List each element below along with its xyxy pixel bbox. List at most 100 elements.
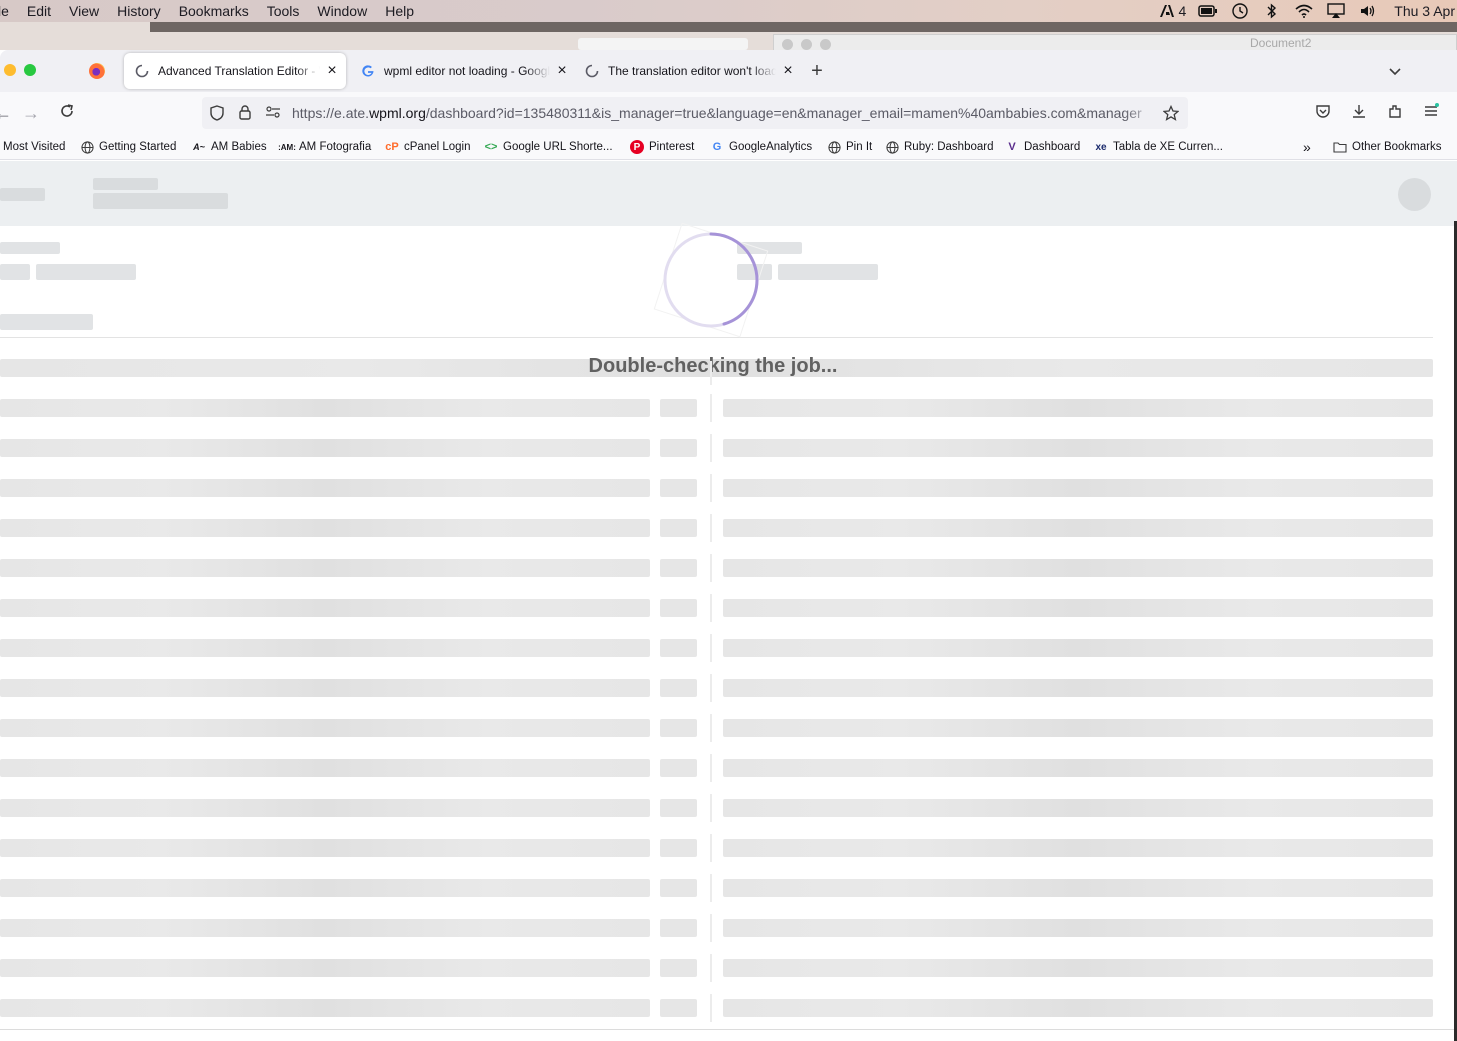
tab-close-icon[interactable]: × bbox=[554, 63, 570, 79]
segment-status-skeleton bbox=[660, 559, 697, 577]
target-segment-skeleton bbox=[723, 999, 1433, 1017]
globe-icon bbox=[885, 140, 899, 154]
bookmarks-toolbar: Most Visited Getting Started A~ AM Babies… bbox=[0, 134, 1457, 160]
menu-edit[interactable]: Edit bbox=[18, 3, 60, 19]
target-segment-skeleton bbox=[723, 919, 1433, 937]
source-segment-skeleton bbox=[0, 599, 650, 617]
bookmark-pinterest[interactable]: P Pinterest bbox=[630, 139, 694, 155]
source-segment-skeleton bbox=[0, 799, 650, 817]
volume-icon[interactable] bbox=[1358, 3, 1378, 19]
source-segment-skeleton bbox=[0, 959, 650, 977]
tab-translation-editor-wont-load[interactable]: The translation editor won't load × bbox=[574, 53, 796, 89]
bookmark-am-fotografia[interactable]: :AM: AM Fotografia bbox=[278, 139, 371, 155]
airplay-icon[interactable] bbox=[1326, 3, 1346, 19]
segment-status-skeleton bbox=[660, 919, 697, 937]
lock-icon[interactable] bbox=[236, 105, 254, 121]
column-divider bbox=[710, 914, 712, 942]
menu-file[interactable]: le bbox=[0, 3, 18, 19]
tab-advanced-translation-editor[interactable]: Advanced Translation Editor - WPML × bbox=[124, 53, 346, 89]
segment-status-skeleton bbox=[660, 999, 697, 1017]
bookmark-dashboard[interactable]: V Dashboard bbox=[1005, 139, 1080, 155]
target-segment-skeleton bbox=[723, 639, 1433, 657]
column-divider bbox=[710, 994, 712, 1022]
column-divider bbox=[710, 954, 712, 982]
address-bar[interactable]: https://e.ate.wpml.org/dashboard?id=1354… bbox=[202, 97, 1188, 129]
google-icon bbox=[360, 63, 376, 79]
menu-window[interactable]: Window bbox=[308, 3, 376, 19]
bookmark-xe-currency[interactable]: xe Tabla de XE Curren... bbox=[1094, 139, 1223, 155]
tab-google-search[interactable]: wpml editor not loading - Google Search … bbox=[350, 53, 572, 89]
app-menu-icon[interactable] bbox=[1420, 102, 1442, 124]
source-segment-skeleton bbox=[0, 999, 650, 1017]
wifi-icon[interactable] bbox=[1294, 3, 1314, 19]
segment-status-skeleton bbox=[660, 679, 697, 697]
menu-help[interactable]: Help bbox=[376, 3, 423, 19]
target-segment-skeleton bbox=[723, 599, 1433, 617]
tab-title: The translation editor won't load bbox=[608, 64, 776, 78]
bookmark-most-visited[interactable]: Most Visited bbox=[3, 139, 65, 155]
header-skeleton-block bbox=[93, 178, 158, 190]
page-bottom-border bbox=[0, 1029, 1457, 1030]
google-icon: G bbox=[712, 141, 722, 153]
tracking-protection-shield-icon[interactable] bbox=[208, 105, 226, 121]
editor-header-skeleton bbox=[0, 161, 1457, 226]
column-divider bbox=[710, 434, 712, 462]
bookmark-star-icon[interactable] bbox=[1162, 104, 1180, 121]
target-segment-skeleton bbox=[723, 519, 1433, 537]
window-minimize-button[interactable] bbox=[4, 64, 16, 76]
menu-view[interactable]: View bbox=[60, 3, 108, 19]
bookmark-ruby-dashboard[interactable]: Ruby: Dashboard bbox=[885, 139, 994, 155]
source-segment-skeleton bbox=[0, 519, 650, 537]
bookmark-label: Getting Started bbox=[99, 141, 177, 153]
menu-bookmarks[interactable]: Bookmarks bbox=[170, 3, 258, 19]
pinterest-icon: P bbox=[630, 140, 644, 154]
segment-status-skeleton bbox=[660, 839, 697, 857]
bookmark-google-url-shortener[interactable]: <> Google URL Shorte... bbox=[484, 139, 613, 155]
bookmark-google-analytics[interactable]: G GoogleAnalytics bbox=[710, 139, 812, 155]
tab-close-icon[interactable]: × bbox=[324, 63, 340, 79]
bookmark-getting-started[interactable]: Getting Started bbox=[80, 139, 176, 155]
source-segment-skeleton bbox=[0, 719, 650, 737]
bluetooth-icon[interactable] bbox=[1262, 3, 1282, 19]
target-segment-skeleton bbox=[723, 839, 1433, 857]
list-all-tabs-icon[interactable] bbox=[1384, 60, 1406, 82]
more-bookmarks-chevron-icon[interactable]: » bbox=[1303, 139, 1311, 155]
pocket-icon[interactable] bbox=[1312, 102, 1334, 124]
menu-history[interactable]: History bbox=[108, 3, 170, 19]
reload-button[interactable] bbox=[56, 102, 78, 124]
other-bookmarks-folder[interactable]: Other Bookmarks bbox=[1333, 139, 1441, 155]
firefox-view-icon[interactable] bbox=[89, 63, 105, 79]
downloads-icon[interactable] bbox=[1348, 102, 1370, 124]
bookmark-label: Most Visited bbox=[3, 141, 66, 153]
segment-status-skeleton bbox=[660, 879, 697, 897]
segment-status-skeleton bbox=[660, 639, 697, 657]
dashboard-icon: V bbox=[1008, 141, 1016, 153]
back-button[interactable]: ← bbox=[0, 102, 14, 124]
am-babies-icon: A~ bbox=[193, 142, 205, 152]
bookmark-pin-it[interactable]: Pin It bbox=[827, 139, 872, 155]
source-segment-skeleton bbox=[0, 399, 650, 417]
menu-tools[interactable]: Tools bbox=[258, 3, 309, 19]
bookmark-label: cPanel Login bbox=[404, 141, 471, 153]
source-segment-skeleton bbox=[0, 639, 650, 657]
skeleton-block bbox=[778, 264, 878, 280]
column-divider bbox=[710, 361, 712, 385]
menu-clock[interactable]: Thu 3 Apr bbox=[1394, 3, 1455, 19]
bookmark-cpanel-login[interactable]: cP cPanel Login bbox=[385, 139, 471, 155]
url-text[interactable]: https://e.ate.wpml.org/dashboard?id=1354… bbox=[292, 105, 1158, 121]
adobe-status-icon[interactable]: 4 bbox=[1159, 3, 1186, 19]
url-prefix: https://e.ate. bbox=[292, 105, 370, 121]
forward-button[interactable]: → bbox=[20, 102, 42, 124]
permissions-icon[interactable] bbox=[264, 105, 282, 121]
extensions-icon[interactable] bbox=[1384, 102, 1406, 124]
bookmark-label: Ruby: Dashboard bbox=[904, 141, 994, 153]
window-zoom-button[interactable] bbox=[24, 64, 36, 76]
time-machine-icon[interactable] bbox=[1230, 3, 1250, 19]
battery-icon[interactable] bbox=[1198, 3, 1218, 19]
bookmark-am-babies[interactable]: A~ AM Babies bbox=[192, 139, 267, 155]
new-tab-button[interactable]: + bbox=[806, 60, 828, 82]
source-segment-skeleton bbox=[0, 679, 650, 697]
column-divider bbox=[710, 634, 712, 662]
skeleton-block bbox=[0, 264, 30, 280]
tab-close-icon[interactable]: × bbox=[780, 63, 796, 79]
